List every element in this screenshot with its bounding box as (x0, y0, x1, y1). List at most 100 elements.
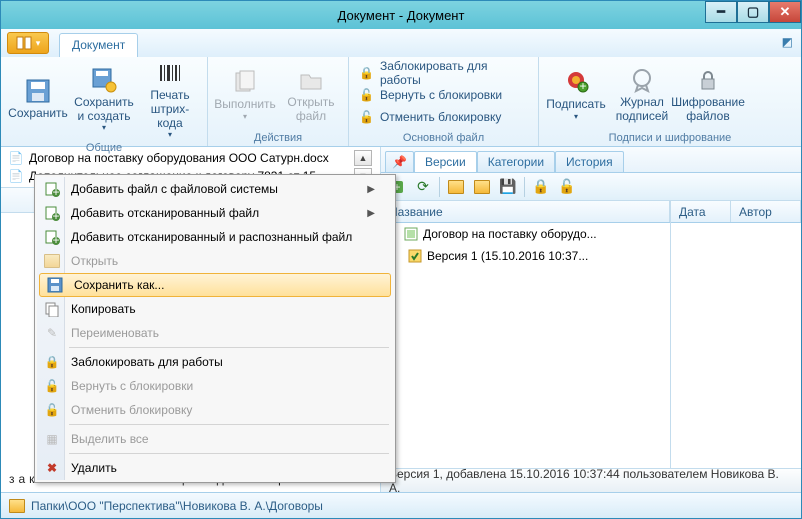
unlock-cancel-icon: 🔓 (359, 110, 374, 124)
folder-icon[interactable] (446, 177, 466, 197)
tab-document[interactable]: Документ (59, 33, 138, 57)
return-from-lock-button[interactable]: 🔓Вернуть с блокировки (355, 84, 532, 106)
print-barcode-button[interactable]: Печать штрих-кода▾ (139, 59, 201, 140)
svg-text:+: + (52, 185, 59, 197)
encrypt-button[interactable]: Шифрование файлов (677, 59, 739, 130)
barcode-icon (156, 59, 184, 87)
ribbon-group-sign: + Подписать▾ Журнал подписей Шифрование … (539, 57, 801, 146)
svg-text:+: + (52, 209, 59, 221)
ctx-save-as[interactable]: Сохранить как... (39, 273, 391, 297)
quick-access-button[interactable]: ▾ (7, 32, 49, 54)
tab-categories[interactable]: Категории (477, 151, 555, 172)
ctx-lock[interactable]: 🔒 Заблокировать для работы (37, 350, 393, 374)
minimize-button[interactable]: ━ (705, 1, 737, 23)
save-and-create-button[interactable]: Сохранить и создать▾ (73, 59, 135, 140)
column-headers: Название (381, 201, 670, 223)
unlock-small-icon[interactable]: 🔓 (557, 177, 577, 197)
doc-group-icon (403, 226, 419, 242)
rosette-outline-icon (628, 66, 656, 94)
file-name: Договор на поставку оборудования ООО Сат… (29, 151, 329, 165)
window-title: Документ - Документ (1, 8, 801, 23)
col-date[interactable]: Дата (671, 201, 731, 222)
ctx-copy[interactable]: Копировать (37, 297, 393, 321)
tree-node-label: Договор на поставку оборудо... (423, 227, 597, 241)
svg-text:+: + (579, 79, 586, 93)
version-info-bar: Версия 1, добавлена 15.10.2016 10:37:44 … (381, 468, 801, 492)
version-info-text: Версия 1, добавлена 15.10.2016 10:37:44 … (389, 467, 793, 495)
padlock-icon (694, 66, 722, 94)
floppy-small-icon[interactable]: 💾 (498, 177, 518, 197)
ctx-add-from-fs[interactable]: + Добавить файл с файловой системы▶ (37, 177, 393, 201)
ctx-delete[interactable]: ✖ Удалить (37, 456, 393, 480)
right-column: 📌 Версии Категории История + ⟳ 💾 🔒 🔓 (381, 147, 801, 492)
ribbon-group-actions: Выполнить▾ Открыть файл Действия (208, 57, 349, 146)
ctx-cancel-lock: 🔓 Отменить блокировку (37, 398, 393, 422)
documents-icon (231, 68, 259, 96)
ribbon-group-common: Сохранить Сохранить и создать▾ Печать шт… (1, 57, 208, 146)
ctx-select-all: ▦ Выделить все (37, 427, 393, 451)
floppy-new-icon (90, 66, 118, 94)
tree-row[interactable]: Версия 1 (15.10.2016 10:37... (381, 245, 670, 267)
sign-log-button[interactable]: Журнал подписей (611, 59, 673, 130)
col-author[interactable]: Автор (731, 201, 801, 222)
add-scan-icon: + (43, 204, 61, 222)
tree-node-label: Версия 1 (15.10.2016 10:37... (427, 249, 588, 263)
status-path: Папки\ООО "Перспектива"\Новикова В. А.\Д… (31, 499, 323, 513)
lock-for-work-button[interactable]: 🔒Заблокировать для работы (355, 62, 532, 84)
tree-row[interactable]: − Договор на поставку оборудо... (381, 223, 670, 245)
right-toolbar: + ⟳ 💾 🔒 🔓 (381, 173, 801, 201)
folder-icon (9, 499, 25, 513)
word-file-icon: 📄 (9, 169, 23, 183)
close-button[interactable]: ✕ (769, 1, 801, 23)
right-tabs: 📌 Версии Категории История (381, 147, 801, 173)
pin-tab[interactable]: 📌 (385, 151, 414, 172)
unlock-return-icon: 🔓 (359, 88, 374, 102)
tab-versions[interactable]: Версии (414, 151, 477, 172)
submenu-arrow-icon: ▶ (367, 208, 375, 219)
add-file-icon: + (43, 180, 61, 198)
tree-name-pane: Название − Договор на поставку оборудо..… (381, 201, 671, 468)
ctx-rename: ✎ Переименовать (37, 321, 393, 345)
tree-meta-pane: Дата Автор (671, 201, 801, 468)
ctx-add-scanned-ocr[interactable]: + Добавить отсканированный и распознанны… (37, 225, 393, 249)
unlock-icon: 🔓 (43, 377, 61, 395)
help-icon[interactable]: ◩ (782, 35, 793, 49)
cancel-lock-button[interactable]: 🔓Отменить блокировку (355, 106, 532, 128)
open-file-button: Открыть файл (280, 59, 342, 130)
lock-icon: 🔒 (359, 66, 374, 80)
delete-icon: ✖ (43, 459, 61, 477)
context-menu: + Добавить файл с файловой системы▶ + До… (34, 174, 396, 483)
execute-button: Выполнить▾ (214, 59, 276, 130)
unlock-icon: 🔓 (43, 401, 61, 419)
add-scan-ocr-icon: + (43, 228, 61, 246)
ribbon-tabstrip: ▾ Документ ◩ (1, 29, 801, 57)
sign-button[interactable]: + Подписать▾ (545, 59, 607, 130)
folder-open-icon (297, 66, 325, 94)
submenu-arrow-icon: ▶ (367, 184, 375, 195)
lock-icon: 🔒 (43, 353, 61, 371)
status-bar: Папки\ООО "Перспектива"\Новикова В. А.\Д… (1, 492, 801, 518)
window-buttons: ━ ▢ ✕ (705, 1, 801, 23)
lock-small-icon[interactable]: 🔒 (531, 177, 551, 197)
svg-text:+: + (52, 233, 59, 245)
save-button[interactable]: Сохранить (7, 59, 69, 140)
col-name[interactable]: Название (381, 201, 670, 222)
ctx-open: Открыть (37, 249, 393, 273)
tab-history[interactable]: История (555, 151, 624, 172)
tree-table: Название − Договор на поставку оборудо..… (381, 201, 801, 468)
ctx-return-lock: 🔓 Вернуть с блокировки (37, 374, 393, 398)
version-icon (407, 248, 423, 264)
titlebar[interactable]: Документ - Документ ━ ▢ ✕ (1, 1, 801, 29)
ctx-add-scanned[interactable]: + Добавить отсканированный файл▶ (37, 201, 393, 225)
floppy-icon (24, 77, 52, 105)
copy-icon (43, 300, 61, 318)
word-file-icon: 📄 (9, 151, 23, 165)
column-headers: Дата Автор (671, 201, 801, 223)
folder-open-icon[interactable] (472, 177, 492, 197)
ribbon: Сохранить Сохранить и создать▾ Печать шт… (1, 57, 801, 147)
select-all-icon: ▦ (43, 430, 61, 448)
file-row[interactable]: 📄 Договор на поставку оборудования ООО С… (9, 150, 372, 166)
refresh-icon[interactable]: ⟳ (413, 177, 433, 197)
scroll-up-button[interactable]: ▲ (354, 150, 372, 166)
maximize-button[interactable]: ▢ (737, 1, 769, 23)
